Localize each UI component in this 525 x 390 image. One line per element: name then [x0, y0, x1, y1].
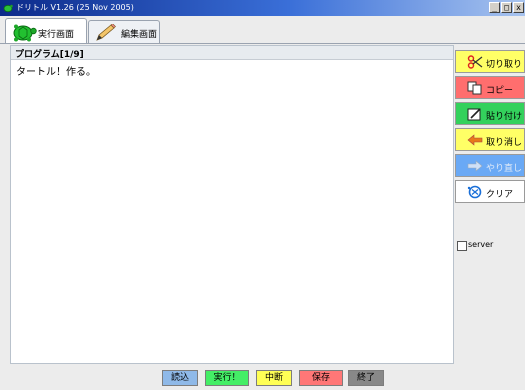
- clear-icon: [467, 185, 482, 199]
- clear-button[interactable]: クリア: [455, 180, 525, 203]
- tab-bar: 実行画面 編集画面: [0, 16, 525, 44]
- redo-arrow-icon: [467, 160, 483, 172]
- stop-button[interactable]: 中断: [256, 370, 292, 386]
- scissors-icon: [467, 55, 483, 69]
- redo-button-label: やり直し: [486, 164, 523, 174]
- run-button[interactable]: 実行！: [205, 370, 249, 386]
- load-button[interactable]: 読込: [162, 370, 198, 386]
- cut-button-label: 切り取り: [486, 60, 523, 70]
- program-header-label: プログラム[1/9]: [15, 50, 84, 60]
- paste-button[interactable]: 貼り付け: [455, 102, 525, 125]
- close-button[interactable]: x: [513, 2, 524, 13]
- edit-buttons-panel: 切り取り コピー 貼り付け 取り消し やり直し クリア server: [455, 45, 525, 364]
- program-header: プログラム[1/9]: [11, 46, 453, 60]
- exit-button[interactable]: 終了: [348, 370, 384, 386]
- title-bar: ドリトル V1.26 (25 Nov 2005) _ □ x: [0, 0, 525, 16]
- program-text-area[interactable]: タートル！作る。: [16, 63, 96, 78]
- copy-icon: [467, 81, 482, 95]
- save-button[interactable]: 保存: [299, 370, 343, 386]
- clear-button-label: クリア: [486, 190, 514, 200]
- undo-button[interactable]: 取り消し: [455, 128, 525, 151]
- pencil-icon: [96, 24, 116, 41]
- paste-button-label: 貼り付け: [486, 112, 523, 122]
- turtle-icon: [13, 24, 37, 42]
- copy-button-label: コピー: [486, 86, 514, 96]
- program-panel: プログラム[1/9] タートル！作る。: [10, 45, 454, 364]
- tab-edit-label: 編集画面: [121, 30, 158, 40]
- copy-button[interactable]: コピー: [455, 76, 525, 99]
- window-title: ドリトル V1.26 (25 Nov 2005): [16, 3, 134, 12]
- minimize-button[interactable]: _: [489, 2, 500, 13]
- redo-button[interactable]: やり直し: [455, 154, 525, 177]
- server-checkbox-label: server: [468, 240, 494, 249]
- cut-button[interactable]: 切り取り: [455, 50, 525, 73]
- server-checkbox[interactable]: [457, 241, 467, 251]
- undo-arrow-icon: [467, 134, 483, 146]
- bottom-toolbar: 読込 実行！ 中断 保存 終了: [0, 366, 525, 390]
- tab-run[interactable]: 実行画面: [5, 18, 87, 44]
- tab-divider: [0, 43, 525, 44]
- tab-run-label: 実行画面: [38, 30, 75, 40]
- app-icon: [3, 4, 13, 13]
- undo-button-label: 取り消し: [486, 138, 523, 148]
- tab-edit[interactable]: 編集画面: [88, 20, 160, 44]
- paste-icon: [467, 108, 481, 121]
- maximize-button[interactable]: □: [501, 2, 512, 13]
